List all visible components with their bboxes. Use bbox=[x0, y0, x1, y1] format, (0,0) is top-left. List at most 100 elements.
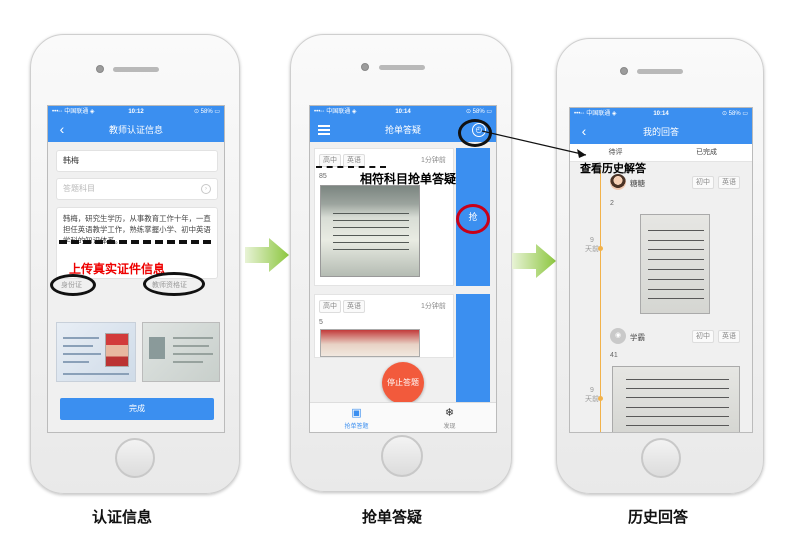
id-text-line bbox=[63, 373, 129, 375]
subject-field[interactable]: 答题科目 › bbox=[56, 178, 218, 200]
days-unit: 天前 bbox=[585, 246, 599, 253]
nav-bar: ‹ 教师认证信息 bbox=[48, 118, 224, 142]
subject-tag: 英语 bbox=[718, 330, 740, 343]
cert-portrait bbox=[149, 337, 165, 359]
username: 糖糖 bbox=[630, 179, 645, 188]
text-line bbox=[625, 425, 729, 427]
done-button[interactable]: 完成 bbox=[60, 398, 214, 420]
cert-text-line bbox=[173, 337, 213, 339]
teacher-cert-label: 教师资格证 bbox=[152, 282, 187, 289]
answer-photo[interactable] bbox=[640, 214, 710, 314]
tab-completed[interactable]: 已完成 bbox=[661, 144, 752, 162]
text-line bbox=[647, 229, 704, 231]
text-line bbox=[332, 220, 410, 222]
text-line bbox=[625, 406, 729, 408]
cert-text-line bbox=[173, 361, 203, 363]
text-line bbox=[647, 288, 704, 290]
text-line bbox=[332, 249, 410, 250]
home-button[interactable] bbox=[641, 438, 681, 478]
time-ago: 1分钟前 bbox=[421, 303, 446, 310]
snowflake-icon: ❄ bbox=[444, 407, 455, 419]
phone-frame-history: •••◦◦ 中国联通 ◈ 10:14 ⊙ 58% ▭ ‹ 我的回答 待评 已完成… bbox=[556, 38, 764, 494]
chat-check-icon: ▣ bbox=[351, 407, 362, 419]
flow-arrow-icon bbox=[512, 244, 556, 278]
question-card[interactable]: 高中 英语 1分钟前 5 bbox=[314, 294, 454, 358]
question-photo[interactable] bbox=[320, 329, 420, 357]
id-portrait bbox=[105, 333, 129, 367]
days-ago: 9 天前 bbox=[582, 386, 602, 404]
days-number: 9 bbox=[590, 237, 594, 244]
answer-photo[interactable] bbox=[612, 366, 740, 432]
answer-count: 5 bbox=[319, 319, 323, 326]
subject-placeholder: 答题科目 bbox=[63, 184, 95, 193]
text-line bbox=[332, 213, 410, 214]
speaker-slot bbox=[113, 67, 159, 72]
connector-arrow-icon bbox=[481, 130, 587, 158]
bottom-tab-bar: ▣ 抢单答题 ❄ 发现 bbox=[310, 402, 496, 432]
username: 学霸 bbox=[630, 333, 645, 342]
chevron-right-icon: › bbox=[201, 184, 211, 194]
days-number: 9 bbox=[590, 387, 594, 394]
status-bar: •••◦◦ 中国联通 ◈ 10:14 ⊙ 58% ▭ bbox=[310, 106, 496, 118]
tab-label: 抢单答题 bbox=[344, 424, 369, 430]
time-ago: 1分钟前 bbox=[421, 157, 446, 164]
question-photo[interactable] bbox=[320, 185, 420, 277]
timeline-dot bbox=[598, 396, 603, 401]
front-camera bbox=[620, 67, 628, 75]
stop-answering-button[interactable]: 停止答题 bbox=[382, 362, 424, 404]
name-field[interactable]: 韩梅 bbox=[56, 150, 218, 172]
text-line bbox=[647, 259, 704, 261]
home-button[interactable] bbox=[381, 435, 423, 477]
text-line bbox=[647, 268, 704, 270]
subject-tag: 英语 bbox=[343, 300, 365, 313]
screen-grab-questions: •••◦◦ 中国联通 ◈ 10:14 ⊙ 58% ▭ 抢单答疑 ◴ 高中 英语 … bbox=[309, 105, 497, 433]
home-button[interactable] bbox=[115, 438, 155, 478]
text-line bbox=[332, 227, 410, 229]
text-line bbox=[332, 234, 410, 236]
front-camera bbox=[96, 65, 104, 73]
flow-arrow-icon bbox=[245, 238, 289, 272]
text-line bbox=[625, 388, 729, 390]
id-card-photo[interactable] bbox=[56, 322, 136, 382]
grade-tag: 初中 bbox=[692, 330, 714, 343]
menu-icon[interactable] bbox=[318, 125, 330, 135]
subject-tag: 英语 bbox=[718, 176, 740, 189]
tab-label: 发现 bbox=[443, 424, 456, 430]
text-line bbox=[625, 397, 729, 399]
text-line bbox=[647, 239, 704, 241]
front-camera bbox=[361, 63, 369, 71]
text-line bbox=[625, 378, 729, 380]
grab-button-2[interactable] bbox=[456, 294, 490, 402]
cert-text-line bbox=[173, 353, 213, 355]
text-line bbox=[332, 241, 410, 243]
annotation-match-subject: 相符科目抢单答疑 bbox=[360, 172, 457, 186]
avatar: ◉ bbox=[610, 328, 626, 344]
answer-count: 2 bbox=[610, 200, 614, 207]
grade-tag: 初中 bbox=[692, 176, 714, 189]
tab-grab-questions[interactable]: ▣ 抢单答题 bbox=[310, 403, 403, 432]
days-ago: 9 天前 bbox=[582, 236, 602, 254]
back-chevron-icon[interactable]: ‹ bbox=[54, 118, 70, 142]
answer-count: 85 bbox=[319, 173, 327, 180]
teacher-cert-photo[interactable] bbox=[142, 322, 220, 382]
battery-text: ⊙ 58% ▭ bbox=[721, 111, 748, 117]
avatar bbox=[610, 174, 626, 190]
speaker-slot bbox=[637, 69, 683, 74]
answer-count: 41 bbox=[610, 352, 618, 359]
caption-grab-questions: 抢单答疑 bbox=[362, 509, 423, 526]
text-line bbox=[647, 278, 704, 280]
status-bar: •••◦◦ 中国联通 ◈ 10:12 ⊙ 58% ▭ bbox=[48, 106, 224, 118]
page-title: 抢单答疑 bbox=[384, 125, 421, 135]
days-unit: 天前 bbox=[585, 396, 599, 403]
text-line bbox=[625, 415, 729, 417]
status-bar: •••◦◦ 中国联通 ◈ 10:14 ⊙ 58% ▭ bbox=[570, 108, 752, 120]
question-card[interactable]: 高中 英语 1分钟前 85 bbox=[314, 148, 454, 286]
annotation-dashed-underline bbox=[316, 166, 386, 168]
caption-history: 历史回答 bbox=[628, 509, 689, 526]
tab-discover[interactable]: ❄ 发现 bbox=[403, 403, 496, 432]
page-title: 教师认证信息 bbox=[108, 125, 163, 135]
text-line bbox=[647, 298, 704, 300]
annotation-oval-grab bbox=[456, 204, 490, 234]
battery-text: ⊙ 58% ▭ bbox=[465, 109, 492, 115]
battery-text: ⊙ 58% ▭ bbox=[193, 109, 220, 115]
